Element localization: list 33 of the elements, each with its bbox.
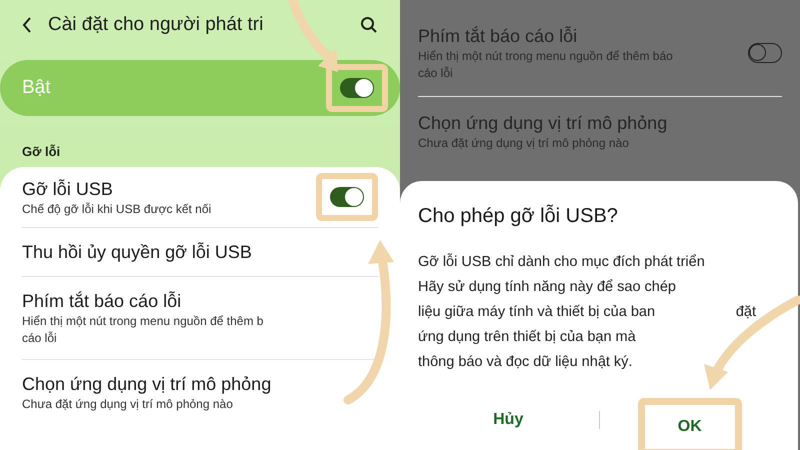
item-title: Phím tắt báo cáo lỗi (22, 290, 182, 313)
dialog-text: thông báo và đọc dữ liệu nhật ký. (418, 353, 632, 372)
dialog-text: ứng dụng trên thiết bị của bạn mà (418, 328, 636, 347)
dialog-text: Hãy sử dụng tính năng này để sao chép (418, 278, 676, 297)
dialog-text: liệu giữa máy tính và thiết bị của ban (418, 303, 656, 322)
page-title: Cài đặt cho người phát tri (48, 14, 264, 36)
item-title: Chọn ứng dụng vị trí mô phỏng (22, 373, 272, 396)
dialog-title: Cho phép gỡ lỗi USB? (418, 205, 619, 228)
section-header: Gỡ lỗi (21, 143, 62, 161)
toggle-switch[interactable] (330, 187, 364, 207)
item-title: Phím tắt báo cáo lỗi (418, 25, 578, 48)
settings-item[interactable]: Chọn ứng dụng vị trí mô phỏng Chưa đặt ứng dụng vị trí mô phỏng nào (22, 360, 378, 425)
dialog-text: Gỡ lỗi USB chỉ dành cho mục đích phát triển (418, 252, 705, 272)
search-icon[interactable] (360, 16, 378, 34)
item-title: Gỡ lỗi USB (22, 178, 114, 200)
toggle-switch[interactable] (340, 78, 374, 98)
settings-item[interactable]: Phím tắt báo cáo lỗi Hiển thị một nút trong menu nguồn để thêm b cáo lỗi (22, 277, 378, 360)
toggle-switch[interactable] (748, 43, 782, 63)
item-subtitle: Hiển thị một nút trong menu nguồn để thêm báo (418, 48, 673, 65)
dialog-button[interactable]: OK (638, 398, 742, 450)
back-icon[interactable] (22, 17, 32, 33)
item-subtitle: Chưa đặt ứng dụng vị trí mô phỏng nào (418, 135, 630, 152)
arrow (288, 0, 338, 72)
dialog-text: đặt (736, 303, 756, 322)
item-subtitle: Chưa đặt ứng dụng vị trí mô phỏng nào (22, 396, 234, 413)
item-subtitle: Hiển thị một nút trong menu nguồn để thêm b (22, 313, 264, 330)
item-subtitle: Chế độ gỡ lỗi khi USB được kết nối (22, 200, 212, 218)
switch-label: Bật (22, 77, 51, 99)
item-subtitle: cáo lỗi (22, 330, 58, 347)
item-title: Chọn ứng dụng vị trí mô phỏng (418, 112, 668, 135)
settings-item[interactable]: Gỡ lỗi USB Chế độ gỡ lỗi khi USB được kết nối (22, 167, 378, 228)
item-title: Thu hồi ủy quyền gỡ lỗi USB (22, 241, 252, 264)
item-subtitle: cáo lỗi (418, 65, 454, 82)
